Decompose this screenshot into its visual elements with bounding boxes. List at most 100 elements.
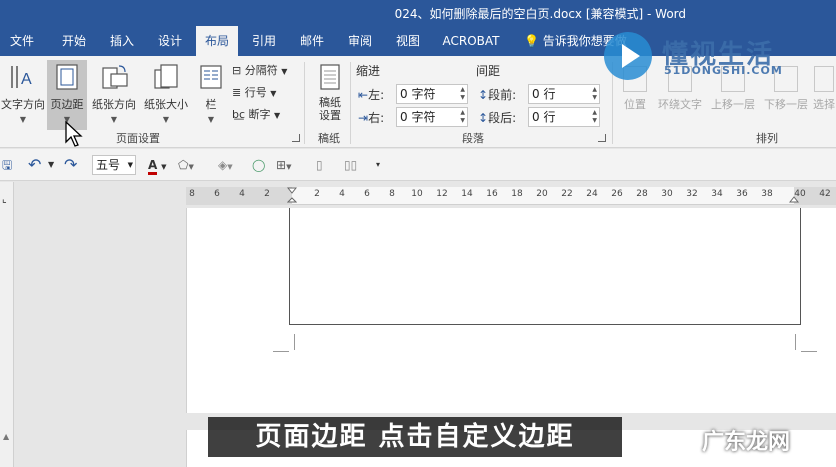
ruler-tick: 8 — [389, 189, 395, 199]
ruler-tick: 2 — [264, 189, 270, 199]
tab-file[interactable]: 文件 — [0, 26, 44, 56]
paper-size-icon — [154, 64, 178, 89]
ruler-tick: 4 — [339, 189, 345, 199]
spinner-arrows-icon[interactable]: ▲ ▼ — [592, 109, 597, 125]
hyphenation-button[interactable]: b͟c 断字 ▼ — [232, 104, 280, 126]
bring-forward-label: 上移一层 — [711, 98, 755, 111]
brand-watermark: 广东龙网 — [702, 430, 791, 455]
crop-mark — [273, 351, 289, 352]
quick-access-toolbar: 🖫 ↶ ▼ ↷ 五号 ▼ A ▼ ⬠▼ ◈▼ ◯ ⊞▼ ▯ ▯▯ ▾ — [0, 149, 836, 181]
breaks-label: 分隔符 — [244, 64, 278, 77]
spacing-before-label: ↕段前: — [478, 88, 517, 102]
tab-insert[interactable]: 插入 — [102, 26, 142, 56]
ruler-tick: 2 — [314, 189, 320, 199]
font-color-button[interactable]: A ▼ — [148, 155, 167, 175]
page-setup-dialog-launcher[interactable] — [292, 134, 300, 142]
ruler-tick: 14 — [461, 189, 473, 199]
ruler-tick: 42 — [819, 189, 831, 199]
spacing-before-input[interactable]: 0 行 ▲ ▼ — [528, 84, 600, 104]
two-pages-icon[interactable]: ▯▯ — [344, 155, 357, 175]
fill-color-icon[interactable]: ◈▼ — [218, 155, 233, 175]
ruler-tick: 30 — [661, 189, 673, 199]
group-separator — [304, 62, 305, 144]
ruler-tick: 38 — [761, 189, 773, 199]
text-direction-label: 文字方向 — [1, 98, 45, 111]
indent-right-input[interactable]: 0 字符 ▲ ▼ — [396, 107, 468, 127]
text-direction-button[interactable]: A 文字方向 ▼ — [0, 60, 46, 130]
table-icon[interactable]: ⊞▼ — [276, 155, 291, 175]
select-button[interactable]: 选择 — [812, 60, 836, 130]
right-indent-marker-icon[interactable] — [789, 195, 799, 205]
line-numbers-label: 行号 — [244, 86, 267, 99]
spacing-heading: 间距 — [476, 64, 501, 78]
spinner-arrows-icon[interactable]: ▲ ▼ — [460, 86, 465, 102]
shape-icon[interactable]: ⬠▼ — [178, 155, 194, 175]
ruler-tick: 4 — [239, 189, 245, 199]
play-logo-icon — [604, 32, 652, 80]
redo-icon[interactable]: ↷ — [64, 155, 77, 175]
spinner-arrows-icon[interactable]: ▲ ▼ — [592, 86, 597, 102]
logo-domain: 51DONGSHI.COM — [664, 64, 783, 77]
draft-settings-button[interactable]: 稿纸设置 — [310, 60, 350, 130]
font-size-select[interactable]: 五号 ▼ — [92, 155, 136, 175]
tab-home[interactable]: 开始 — [54, 26, 94, 56]
chevron-down-icon[interactable]: ▼ — [48, 155, 54, 175]
chevron-down-icon: ▼ — [19, 115, 27, 124]
spacing-after-input[interactable]: 0 行 ▲ ▼ — [528, 107, 600, 127]
size-button[interactable]: 纸张大小 ▼ — [140, 60, 192, 130]
ruler-tick: 16 — [486, 189, 498, 199]
circle-shape-icon[interactable]: ◯ — [252, 155, 265, 175]
document-page[interactable] — [186, 208, 836, 413]
orientation-icon — [102, 65, 128, 89]
svg-text:A: A — [21, 71, 32, 88]
ruler-tick: 6 — [364, 189, 370, 199]
draft-group-label: 稿纸 — [318, 132, 340, 145]
tab-review[interactable]: 审阅 — [340, 26, 380, 56]
columns-icon — [200, 65, 222, 89]
undo-icon[interactable]: ↶ — [28, 155, 41, 175]
chevron-down-icon: ▼ — [274, 111, 281, 120]
ruler-tick: 18 — [511, 189, 523, 199]
font-color-icon: A — [148, 158, 158, 175]
tab-acrobat[interactable]: ACROBAT — [436, 26, 506, 56]
tab-mailings[interactable]: 邮件 — [292, 26, 332, 56]
save-icon[interactable]: 🖫 — [2, 155, 12, 175]
paragraph-dialog-launcher[interactable] — [598, 134, 606, 142]
page-icon[interactable]: ▯ — [316, 155, 323, 175]
margins-label: 页边距 — [50, 98, 84, 111]
orientation-button[interactable]: 纸张方向 ▼ — [88, 60, 140, 130]
ruler-tick: 22 — [561, 189, 573, 199]
tab-view[interactable]: 视图 — [388, 26, 428, 56]
line-numbers-button[interactable]: ≣ 行号 ▼ — [232, 82, 276, 104]
spinner-arrows-icon[interactable]: ▲ ▼ — [460, 109, 465, 125]
ruler-tick: 8 — [189, 189, 195, 199]
indent-left-icon: ⇤ — [358, 88, 369, 102]
tab-references[interactable]: 引用 — [244, 26, 284, 56]
hyphenation-icon: b͟c — [232, 108, 246, 121]
columns-button[interactable]: 栏 ▼ — [196, 60, 226, 130]
ruler-tick: 20 — [536, 189, 548, 199]
site-logo: 懂视生活 51DONGSHI.COM — [604, 32, 794, 82]
tab-layout[interactable]: 布局 — [196, 26, 238, 56]
horizontal-ruler[interactable]: 8 6 4 2 2 4 6 8 10 12 14 16 18 20 22 24 … — [186, 187, 836, 205]
indent-left-label: ⇤左: — [358, 88, 385, 102]
chevron-down-icon: ▼ — [207, 115, 215, 124]
crop-mark — [294, 334, 295, 350]
ruler-tick: 12 — [436, 189, 448, 199]
tab-stop-selector-icon[interactable]: ⌞ — [2, 194, 7, 205]
lightbulb-icon: 💡 — [524, 34, 539, 48]
indent-left-input[interactable]: 0 字符 ▲ ▼ — [396, 84, 468, 104]
orientation-label: 纸张方向 — [92, 98, 136, 111]
tab-design[interactable]: 设计 — [150, 26, 190, 56]
indent-marker-icon[interactable] — [287, 187, 297, 205]
spacing-after-icon: ↕ — [478, 111, 489, 125]
breaks-button[interactable]: ⊟ 分隔符 ▼ — [232, 60, 287, 82]
ruler-tick: 24 — [586, 189, 598, 199]
customize-toolbar-icon[interactable]: ▾ — [376, 155, 380, 175]
title-bar: 024、如何删除最后的空白页.docx [兼容模式] - Word — [0, 0, 836, 26]
indent-right-label: ⇥右: — [358, 111, 385, 125]
header-boundary-box — [289, 208, 801, 325]
page-setup-group-label: 页面设置 — [116, 132, 160, 145]
ruler-tick: 36 — [736, 189, 748, 199]
scroll-up-icon[interactable]: ▲ — [3, 432, 9, 441]
